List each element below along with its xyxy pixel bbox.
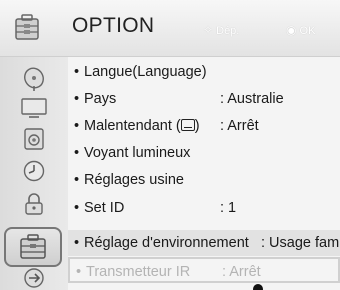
option-hearing-impaired[interactable]: • Malentendant () : Arrêt	[68, 113, 340, 139]
toolbox-icon	[15, 14, 39, 40]
ok-hint-label: OK	[299, 25, 316, 37]
pointer-dot	[253, 284, 263, 290]
option-language[interactable]: • Langue(Language)	[68, 59, 340, 85]
sidebar-item-picture[interactable]	[9, 94, 59, 122]
option-label: Pays	[84, 91, 117, 107]
ok-button-icon: ◉	[286, 23, 297, 37]
option-value: : Usage familia	[261, 235, 340, 251]
option-set-id[interactable]: • Set ID : 1	[68, 195, 340, 221]
bullet: •	[74, 200, 80, 216]
option-country[interactable]: • Pays : Australie	[68, 86, 340, 112]
category-sidebar	[0, 57, 68, 290]
option-label: Malentendant (	[84, 118, 181, 134]
option-power-indicator[interactable]: • Voyant lumineux	[68, 140, 340, 166]
sidebar-item-time[interactable]	[9, 157, 59, 185]
option-label: Réglages usine	[84, 172, 184, 188]
menu-header: OPTION ✧ Dép. ◉ OK	[0, 0, 340, 57]
option-label: Réglage d'environnement	[84, 235, 249, 251]
option-list: • Langue(Language) • Pays : Australie • …	[68, 57, 340, 290]
option-value: : 1	[220, 200, 237, 216]
option-value: : Australie	[220, 91, 284, 107]
bullet: •	[74, 91, 80, 107]
move-hint-label: Dép.	[216, 25, 240, 37]
page-title: OPTION	[72, 14, 155, 37]
move-hint: ✧ Dép.	[203, 23, 239, 37]
satellite-dish-icon	[24, 67, 44, 91]
sidebar-item-option[interactable]	[4, 227, 62, 267]
lock-icon	[25, 193, 43, 215]
bullet: •	[76, 264, 82, 280]
subtitle-icon	[180, 119, 195, 131]
sidebar-item-channel[interactable]	[9, 65, 59, 93]
option-label-group: Malentendant ()	[84, 118, 200, 134]
option-label: Voyant lumineux	[84, 145, 191, 161]
tv-menu-screen: OPTION ✧ Dép. ◉ OK • Langue(Language) • …	[0, 0, 340, 290]
sidebar-item-audio[interactable]	[9, 125, 59, 153]
option-label: Transmetteur IR	[86, 264, 191, 280]
bullet: •	[74, 235, 80, 251]
bullet: •	[74, 118, 80, 134]
clock-icon	[23, 160, 45, 182]
ok-hint: ◉ OK	[286, 23, 315, 37]
option-ir-transmitter[interactable]: • Transmetteur IR : Arrêt	[68, 257, 340, 283]
toolbox-icon	[20, 234, 46, 259]
sidebar-item-input[interactable]	[9, 264, 59, 290]
bullet: •	[74, 145, 80, 161]
sidebar-item-lock[interactable]	[9, 190, 59, 218]
option-value: : Arrêt	[222, 264, 261, 280]
option-factory-reset[interactable]: • Réglages usine	[68, 167, 340, 193]
bullet: •	[74, 64, 80, 80]
bullet: •	[74, 172, 80, 188]
monitor-icon	[21, 98, 47, 118]
option-label: Langue(Language)	[84, 64, 207, 80]
option-label-suffix: )	[194, 118, 200, 134]
option-label: Set ID	[84, 200, 125, 216]
input-icon	[24, 268, 44, 288]
option-value: : Arrêt	[220, 118, 259, 134]
option-environment-setting[interactable]: • Réglage d'environnement : Usage famili…	[68, 230, 340, 256]
speaker-icon	[24, 128, 44, 150]
navigation-arrows-icon: ✧	[203, 23, 214, 37]
